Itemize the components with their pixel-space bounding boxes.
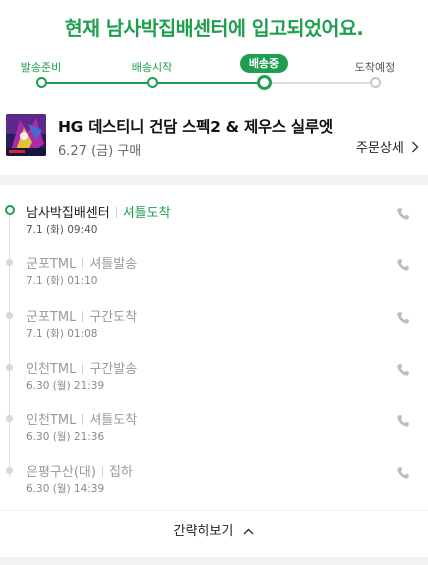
order-detail-link[interactable]: 주문상세 bbox=[356, 137, 419, 156]
tracking-location: 군포TML bbox=[26, 257, 77, 272]
progress-step-label: 발송준비 bbox=[20, 61, 62, 74]
tracking-status: 셔틀발송 bbox=[89, 257, 138, 272]
bottom-separator bbox=[0, 557, 428, 565]
tracking-location-line: 인천TML 셔틀도착 bbox=[26, 409, 137, 428]
tracking-time: 6.30 (월) 21:36 bbox=[26, 431, 105, 443]
tracking-time: 7.1 (화) 09:40 bbox=[26, 224, 98, 236]
phone-icon[interactable] bbox=[396, 363, 410, 377]
timeline-dot bbox=[6, 415, 13, 422]
order-detail-label: 주문상세 bbox=[356, 141, 404, 156]
status-divider bbox=[115, 207, 117, 218]
tracking-time: 6.30 (월) 14:39 bbox=[26, 483, 105, 495]
tracking-time: 6.30 (월) 21:39 bbox=[26, 380, 105, 392]
progress-step-shipping-start: 배송시작 bbox=[112, 52, 192, 88]
status-divider bbox=[82, 363, 84, 374]
tracking-location-line: 남사박집배센터 셔틀도착 bbox=[26, 202, 171, 221]
tracking-time: 7.1 (화) 01:08 bbox=[26, 328, 98, 340]
phone-icon[interactable] bbox=[396, 311, 410, 325]
progress-step-arrival: 도착예정 bbox=[335, 52, 415, 88]
progress-line-remaining bbox=[263, 82, 375, 84]
tracking-status: 셔틀도착 bbox=[122, 206, 171, 221]
product-summary: HG 데스티니 건담 스펙2 & 제우스 실루엣 6.27 (금) 구매 주문상… bbox=[6, 112, 422, 160]
progress-step-in-transit: 배송중 bbox=[224, 52, 304, 90]
tracking-time: 7.1 (화) 01:10 bbox=[26, 275, 98, 287]
tracking-location-line: 군포TML 구간도착 bbox=[26, 306, 137, 325]
tracking-status: 구간도착 bbox=[89, 310, 138, 325]
chevron-up-icon bbox=[243, 528, 254, 535]
product-thumbnail[interactable] bbox=[6, 114, 46, 156]
progress-step-dot bbox=[147, 77, 158, 88]
tracking-location-line: 은평구산(대) 집하 bbox=[26, 461, 133, 480]
phone-icon[interactable] bbox=[396, 258, 410, 272]
purchase-date: 6.27 (금) 구매 bbox=[58, 144, 142, 159]
divider bbox=[0, 510, 428, 511]
phone-icon[interactable] bbox=[396, 207, 410, 221]
tracking-entry: 인천TML 셔틀도착 6.30 (월) 21:36 bbox=[0, 409, 428, 455]
progress-step-prepare: 발송준비 bbox=[1, 52, 81, 88]
tracking-location: 군포TML bbox=[26, 310, 77, 325]
tracking-entry: 군포TML 구간도착 7.1 (화) 01:08 bbox=[0, 306, 428, 352]
tracking-entry: 인천TML 구간발송 6.30 (월) 21:39 bbox=[0, 358, 428, 404]
tracking-entry: 군포TML 셔틀발송 7.1 (화) 01:10 bbox=[0, 253, 428, 299]
tracking-status: 집하 bbox=[108, 465, 133, 480]
product-name: HG 데스티니 건담 스펙2 & 제우스 실루엣 bbox=[58, 118, 333, 136]
phone-icon[interactable] bbox=[396, 466, 410, 480]
collapse-label: 간략히보기 bbox=[173, 524, 234, 539]
tracking-location: 남사박집배센터 bbox=[26, 206, 110, 221]
tracking-location-line: 군포TML 셔틀발송 bbox=[26, 253, 137, 272]
status-divider bbox=[82, 414, 84, 425]
delivery-status-headline: 현재 남사박집배센터에 입고되었어요. bbox=[64, 17, 364, 40]
progress-step-dot-current bbox=[257, 75, 272, 90]
tracking-location-line: 인천TML 구간발송 bbox=[26, 358, 137, 377]
phone-icon[interactable] bbox=[396, 414, 410, 428]
tracking-entry: 은평구산(대) 집하 6.30 (월) 14:39 bbox=[0, 461, 428, 507]
current-step-badge: 배송중 bbox=[239, 54, 289, 73]
timeline-dot bbox=[6, 467, 13, 474]
status-divider bbox=[82, 258, 84, 269]
status-divider bbox=[82, 311, 84, 322]
tracking-status: 셔틀도착 bbox=[89, 413, 138, 428]
delivery-progress-bar: 발송준비 배송시작 배송중 도착예정 bbox=[0, 52, 428, 100]
status-divider bbox=[101, 466, 103, 477]
progress-step-label: 도착예정 bbox=[354, 61, 396, 74]
timeline-dot bbox=[6, 259, 13, 266]
progress-step-label: 배송시작 bbox=[131, 61, 173, 74]
section-separator bbox=[0, 175, 428, 185]
progress-step-dot bbox=[370, 77, 381, 88]
tracking-location: 인천TML bbox=[26, 362, 77, 377]
tracking-status: 구간발송 bbox=[89, 362, 138, 377]
timeline-dot bbox=[6, 364, 13, 371]
progress-step-dot bbox=[36, 77, 47, 88]
chevron-right-icon bbox=[412, 141, 419, 153]
timeline-dot bbox=[6, 312, 13, 319]
collapse-button[interactable]: 간략히보기 bbox=[0, 520, 428, 539]
tracking-entry: 남사박집배센터 셔틀도착 7.1 (화) 09:40 bbox=[0, 202, 428, 248]
timeline-dot-current bbox=[5, 205, 15, 215]
tracking-location: 인천TML bbox=[26, 413, 77, 428]
product-thumbnail-image bbox=[6, 114, 46, 156]
tracking-location: 은평구산(대) bbox=[26, 465, 96, 480]
